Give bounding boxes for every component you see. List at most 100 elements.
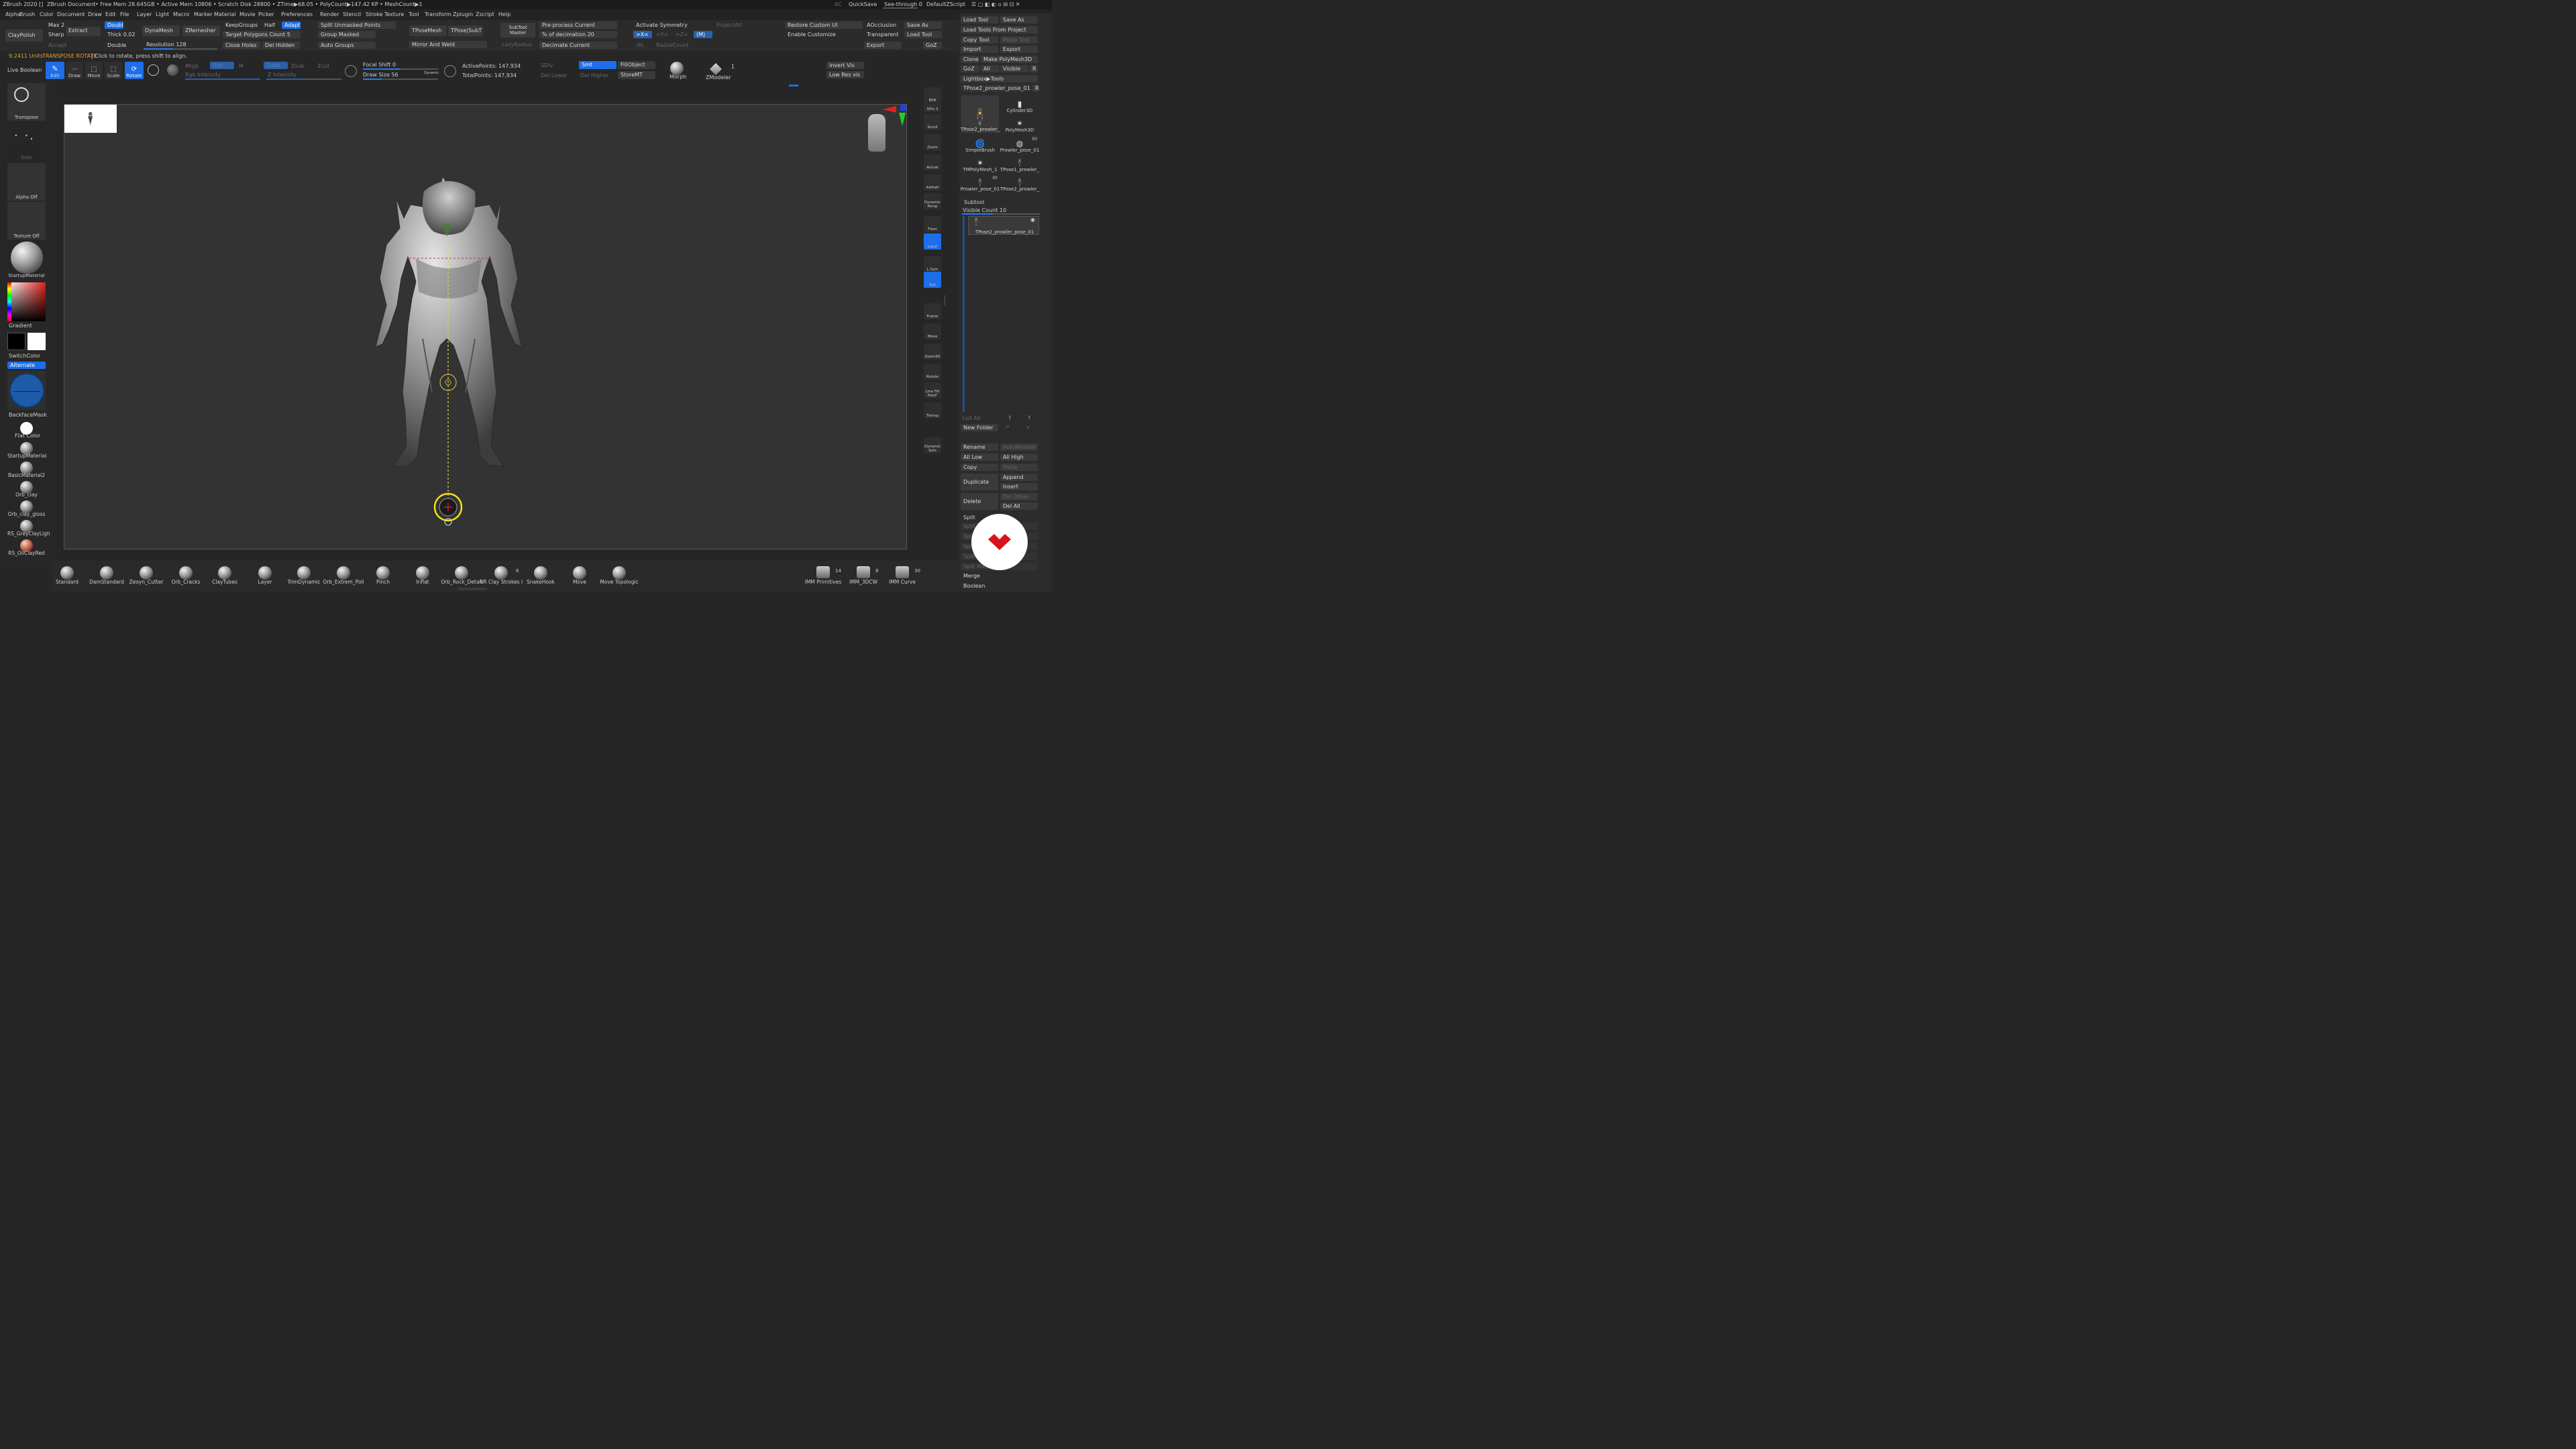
- mirror-weld-button[interactable]: Mirror And Weld: [409, 41, 487, 48]
- alternate-toggle[interactable]: Alternate: [7, 362, 46, 369]
- menu-file[interactable]: File: [120, 11, 137, 17]
- menu-movie[interactable]: Movie: [239, 11, 258, 17]
- brush-orb-extrem-poli-icon[interactable]: [337, 566, 350, 580]
- navigator-thumbnail[interactable]: 🕴: [64, 105, 117, 133]
- texture-button[interactable]: Texture Off: [7, 202, 46, 239]
- half-button[interactable]: Half: [262, 21, 278, 29]
- enable-customize-button[interactable]: Enable Customize: [785, 31, 863, 38]
- nav-rotate[interactable]: Rotate: [924, 364, 941, 380]
- shelf-collapse-icon[interactable]: [458, 588, 487, 590]
- brush-orb-rock-detail-icon[interactable]: [455, 566, 468, 580]
- menu-transform[interactable]: Transform: [425, 11, 453, 17]
- sdiv-slider[interactable]: SDiv: [541, 62, 553, 68]
- menu-document[interactable]: Document: [57, 11, 88, 17]
- panel-save-as[interactable]: Save As: [1000, 16, 1038, 23]
- menu-draw[interactable]: Draw: [88, 11, 105, 17]
- tposemesh-button[interactable]: TPoseMesh: [409, 25, 447, 36]
- focal-shift-slider[interactable]: Focal Shift 0: [363, 62, 396, 68]
- brush-snakehook-icon[interactable]: [534, 566, 547, 580]
- claypolish-button[interactable]: ClayPolish: [5, 30, 43, 42]
- panel-r-toggle[interactable]: R: [1030, 65, 1038, 72]
- menu-alpha[interactable]: Alpha: [5, 11, 21, 17]
- menu-texture[interactable]: Texture: [384, 11, 409, 17]
- sphere-select-icon[interactable]: [148, 64, 159, 76]
- draw-button[interactable]: ⋯ Draw: [66, 62, 83, 79]
- storemt-button[interactable]: StoreMT: [618, 71, 655, 79]
- aocclusion-button[interactable]: AOcclusion: [864, 21, 902, 29]
- sharp-button[interactable]: Sharp: [46, 31, 64, 38]
- transparent-button[interactable]: Transparent: [864, 31, 902, 38]
- export-button[interactable]: Export: [864, 42, 902, 49]
- nav-floor[interactable]: Floor: [924, 216, 941, 232]
- sym-z-toggle[interactable]: >Z<: [673, 31, 690, 38]
- menu-stencil[interactable]: Stencil: [343, 11, 366, 17]
- insert-button[interactable]: Insert: [1000, 483, 1038, 490]
- material-button[interactable]: StartupMaterial: [7, 240, 46, 279]
- zmodeler-brush[interactable]: ZModeler: [706, 74, 731, 80]
- nav-frame[interactable]: Frame: [924, 303, 941, 319]
- rgb-intensity-slider[interactable]: Rgb Intensity: [185, 72, 221, 78]
- tool-thumb-7[interactable]: 🕴 Prowler_pose_01 30: [961, 174, 1000, 193]
- nav-bpr[interactable]: BPR: [924, 87, 941, 103]
- nav-zoom[interactable]: Zoom: [924, 134, 941, 150]
- adapt-toggle[interactable]: Adapt: [282, 21, 301, 29]
- panel-load-from-project[interactable]: Load Tools From Project: [961, 26, 1038, 34]
- panel-make-polymesh[interactable]: Make PolyMesh3D: [981, 56, 1038, 63]
- dock-handle[interactable]: [945, 295, 949, 306]
- down-arrow-icon[interactable]: ⬆: [1027, 415, 1032, 421]
- tpose-subt-button[interactable]: TPose|SubT: [448, 25, 483, 36]
- brush-move-topologic-icon[interactable]: [612, 566, 626, 580]
- nav-local[interactable]: Local: [924, 233, 941, 250]
- radialcount-slider[interactable]: RadialCount: [653, 42, 712, 49]
- panel-all[interactable]: All: [981, 65, 1000, 72]
- brush-move-icon[interactable]: [573, 566, 586, 580]
- new-folder-button[interactable]: New Folder: [961, 424, 998, 431]
- live-boolean-button[interactable]: Live Boolean: [7, 67, 42, 73]
- double-toggle-2[interactable]: Double: [105, 42, 140, 49]
- list-all-button[interactable]: List All: [963, 415, 980, 421]
- all-high-button[interactable]: All High: [1000, 453, 1038, 461]
- quicksave-button[interactable]: QuickSave: [849, 1, 877, 7]
- up-arrow-icon[interactable]: ⬆: [1008, 415, 1012, 421]
- brush-trimdynamic-icon[interactable]: [297, 566, 311, 580]
- nav-actual[interactable]: Actual: [924, 154, 941, 170]
- thick-slider[interactable]: Thick 0.02: [105, 31, 140, 38]
- draw-size-slider[interactable]: Draw Size 56: [363, 72, 398, 78]
- preprocess-button[interactable]: Pre-process Current: [539, 21, 617, 29]
- lightbox-tools-button[interactable]: Lightbox▶Tools: [961, 75, 1038, 83]
- default-zscript[interactable]: DefaultZScript: [926, 1, 965, 7]
- menu-brush[interactable]: Brush: [19, 11, 40, 17]
- m-button[interactable]: M: [239, 63, 244, 69]
- hue-strip[interactable]: [7, 282, 11, 321]
- axis-gizmo[interactable]: [883, 103, 907, 129]
- accept-button[interactable]: Accept: [46, 42, 72, 49]
- tool-thumb-5[interactable]: ✶ TMPolyMesh_1: [961, 155, 999, 173]
- brush-inflat-icon[interactable]: [416, 566, 429, 580]
- double-toggle-1[interactable]: Double: [105, 21, 123, 29]
- nav-move[interactable]: Move: [924, 323, 941, 339]
- brush-standard-icon[interactable]: [60, 566, 74, 580]
- stroke-dots-button[interactable]: · ·. Dots: [7, 123, 46, 161]
- max-slider[interactable]: Max 25: [46, 21, 64, 29]
- invert-vis-button[interactable]: Invert Vis: [826, 62, 864, 69]
- goz-button[interactable]: GoZ: [923, 42, 942, 49]
- append-button[interactable]: Append: [1000, 474, 1038, 481]
- menu-layer[interactable]: Layer: [137, 11, 156, 17]
- subtool-eye-icon[interactable]: ◉: [1030, 217, 1035, 223]
- sym-r-toggle[interactable]: (R): [633, 42, 649, 49]
- color-picker[interactable]: [7, 282, 46, 321]
- boolean-header[interactable]: Boolean: [961, 582, 1038, 590]
- menu-tool[interactable]: Tool: [409, 11, 425, 17]
- smt-toggle[interactable]: Smt: [579, 61, 616, 69]
- backface-sphere-icon[interactable]: [7, 371, 46, 410]
- mrgb-button[interactable]: Mrgb: [185, 63, 199, 69]
- imm-1-icon[interactable]: [857, 566, 870, 578]
- brush-claytubes-icon[interactable]: [218, 566, 231, 580]
- del-all-button[interactable]: Del All: [1000, 502, 1038, 510]
- sym-m-toggle[interactable]: (M): [694, 31, 712, 38]
- all-low-button[interactable]: All Low: [961, 453, 998, 461]
- nav-aahalf[interactable]: AAHalf: [924, 174, 941, 191]
- menu-render[interactable]: Render: [320, 11, 343, 17]
- move-up-icon[interactable]: ↗: [1005, 424, 1010, 430]
- brush-damstandard-icon[interactable]: [100, 566, 113, 580]
